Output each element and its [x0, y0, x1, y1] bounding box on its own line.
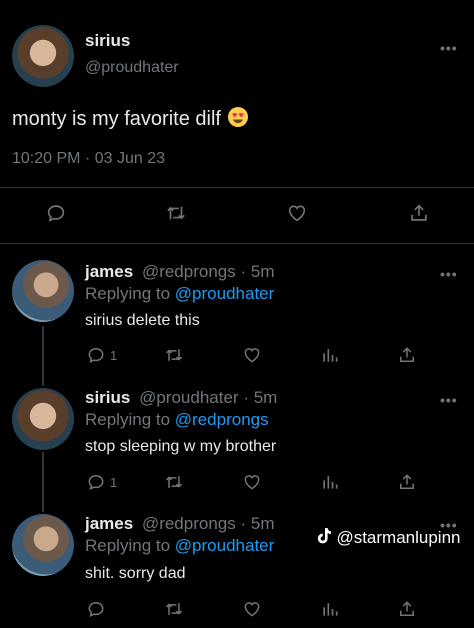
reply-header: james @redprongs · 5m — [85, 262, 274, 282]
analytics-icon[interactable] — [320, 472, 340, 492]
reply-icon[interactable] — [86, 345, 106, 365]
like-icon[interactable] — [286, 202, 308, 224]
replying-to-handle[interactable]: @proudhater — [175, 284, 275, 303]
watermark-text: @starmanlupinn — [336, 528, 461, 547]
reply-text: sirius delete this — [85, 312, 200, 329]
retweet-icon[interactable] — [163, 472, 185, 492]
replying-to-handle[interactable]: @redprongs — [175, 410, 269, 429]
reply-icon[interactable] — [86, 472, 106, 492]
reply-count: 1 — [110, 348, 118, 363]
analytics-icon[interactable] — [320, 599, 340, 619]
replying-label: Replying to — [85, 536, 171, 555]
reply-time[interactable]: · 5m — [240, 262, 274, 281]
share-icon[interactable] — [397, 345, 417, 365]
retweet-icon[interactable] — [164, 202, 188, 224]
tweet-text: monty is my favorite dilf — [12, 106, 249, 131]
avatar[interactable] — [12, 260, 74, 322]
reply-author-name[interactable]: james — [85, 262, 133, 281]
replying-to: Replying to @proudhater — [85, 284, 274, 304]
retweet-icon[interactable] — [163, 599, 185, 619]
reply-author-name[interactable]: sirius — [85, 388, 130, 407]
reply-author-handle[interactable]: @proudhater — [139, 388, 239, 407]
retweet-icon[interactable] — [163, 345, 185, 365]
replying-label: Replying to — [85, 410, 171, 429]
avatar[interactable] — [12, 388, 74, 450]
tiktok-icon — [316, 527, 332, 545]
like-icon[interactable] — [242, 345, 262, 365]
avatar[interactable] — [12, 25, 74, 87]
replying-to: Replying to @redprongs — [85, 410, 269, 430]
more-options-icon[interactable]: ••• — [440, 392, 458, 408]
share-icon[interactable] — [397, 472, 417, 492]
replying-to: Replying to @proudhater — [85, 536, 274, 556]
reply-time[interactable]: · 5m — [243, 388, 277, 407]
replying-label: Replying to — [85, 284, 171, 303]
like-icon[interactable] — [242, 472, 262, 492]
thread-line — [42, 326, 44, 386]
tweet-timestamp[interactable]: 10:20 PM · 03 Jun 23 — [12, 150, 165, 168]
divider — [0, 243, 474, 244]
reply-author-handle[interactable]: @redprongs — [142, 514, 236, 533]
replying-to-handle[interactable]: @proudhater — [175, 536, 275, 555]
thread-line — [42, 452, 44, 512]
reply-time[interactable]: · 5m — [240, 514, 274, 533]
reply-author-handle[interactable]: @redprongs — [142, 262, 236, 281]
reply-count: 1 — [110, 475, 118, 490]
more-options-icon[interactable]: ••• — [440, 266, 458, 282]
author-handle[interactable]: @proudhater — [85, 59, 179, 77]
reply-text: shit. sorry dad — [85, 565, 186, 582]
reply-header: sirius @proudhater · 5m — [85, 388, 277, 408]
reply-icon[interactable] — [86, 599, 106, 619]
like-icon[interactable] — [242, 599, 262, 619]
heart-eyes-emoji-icon — [227, 106, 249, 128]
reply-icon[interactable] — [45, 202, 67, 224]
divider — [0, 187, 474, 188]
avatar[interactable] — [12, 514, 74, 576]
more-options-icon[interactable]: ••• — [440, 40, 458, 56]
reply-author-name[interactable]: james — [85, 514, 133, 533]
tweet-text-content: monty is my favorite dilf — [12, 108, 221, 130]
share-icon[interactable] — [408, 202, 430, 224]
watermark: @starmanlupinn — [316, 527, 461, 548]
author-name[interactable]: sirius — [85, 31, 130, 51]
reply-text: stop sleeping w my brother — [85, 438, 277, 455]
analytics-icon[interactable] — [320, 345, 340, 365]
reply-header: james @redprongs · 5m — [85, 514, 274, 534]
share-icon[interactable] — [397, 599, 417, 619]
